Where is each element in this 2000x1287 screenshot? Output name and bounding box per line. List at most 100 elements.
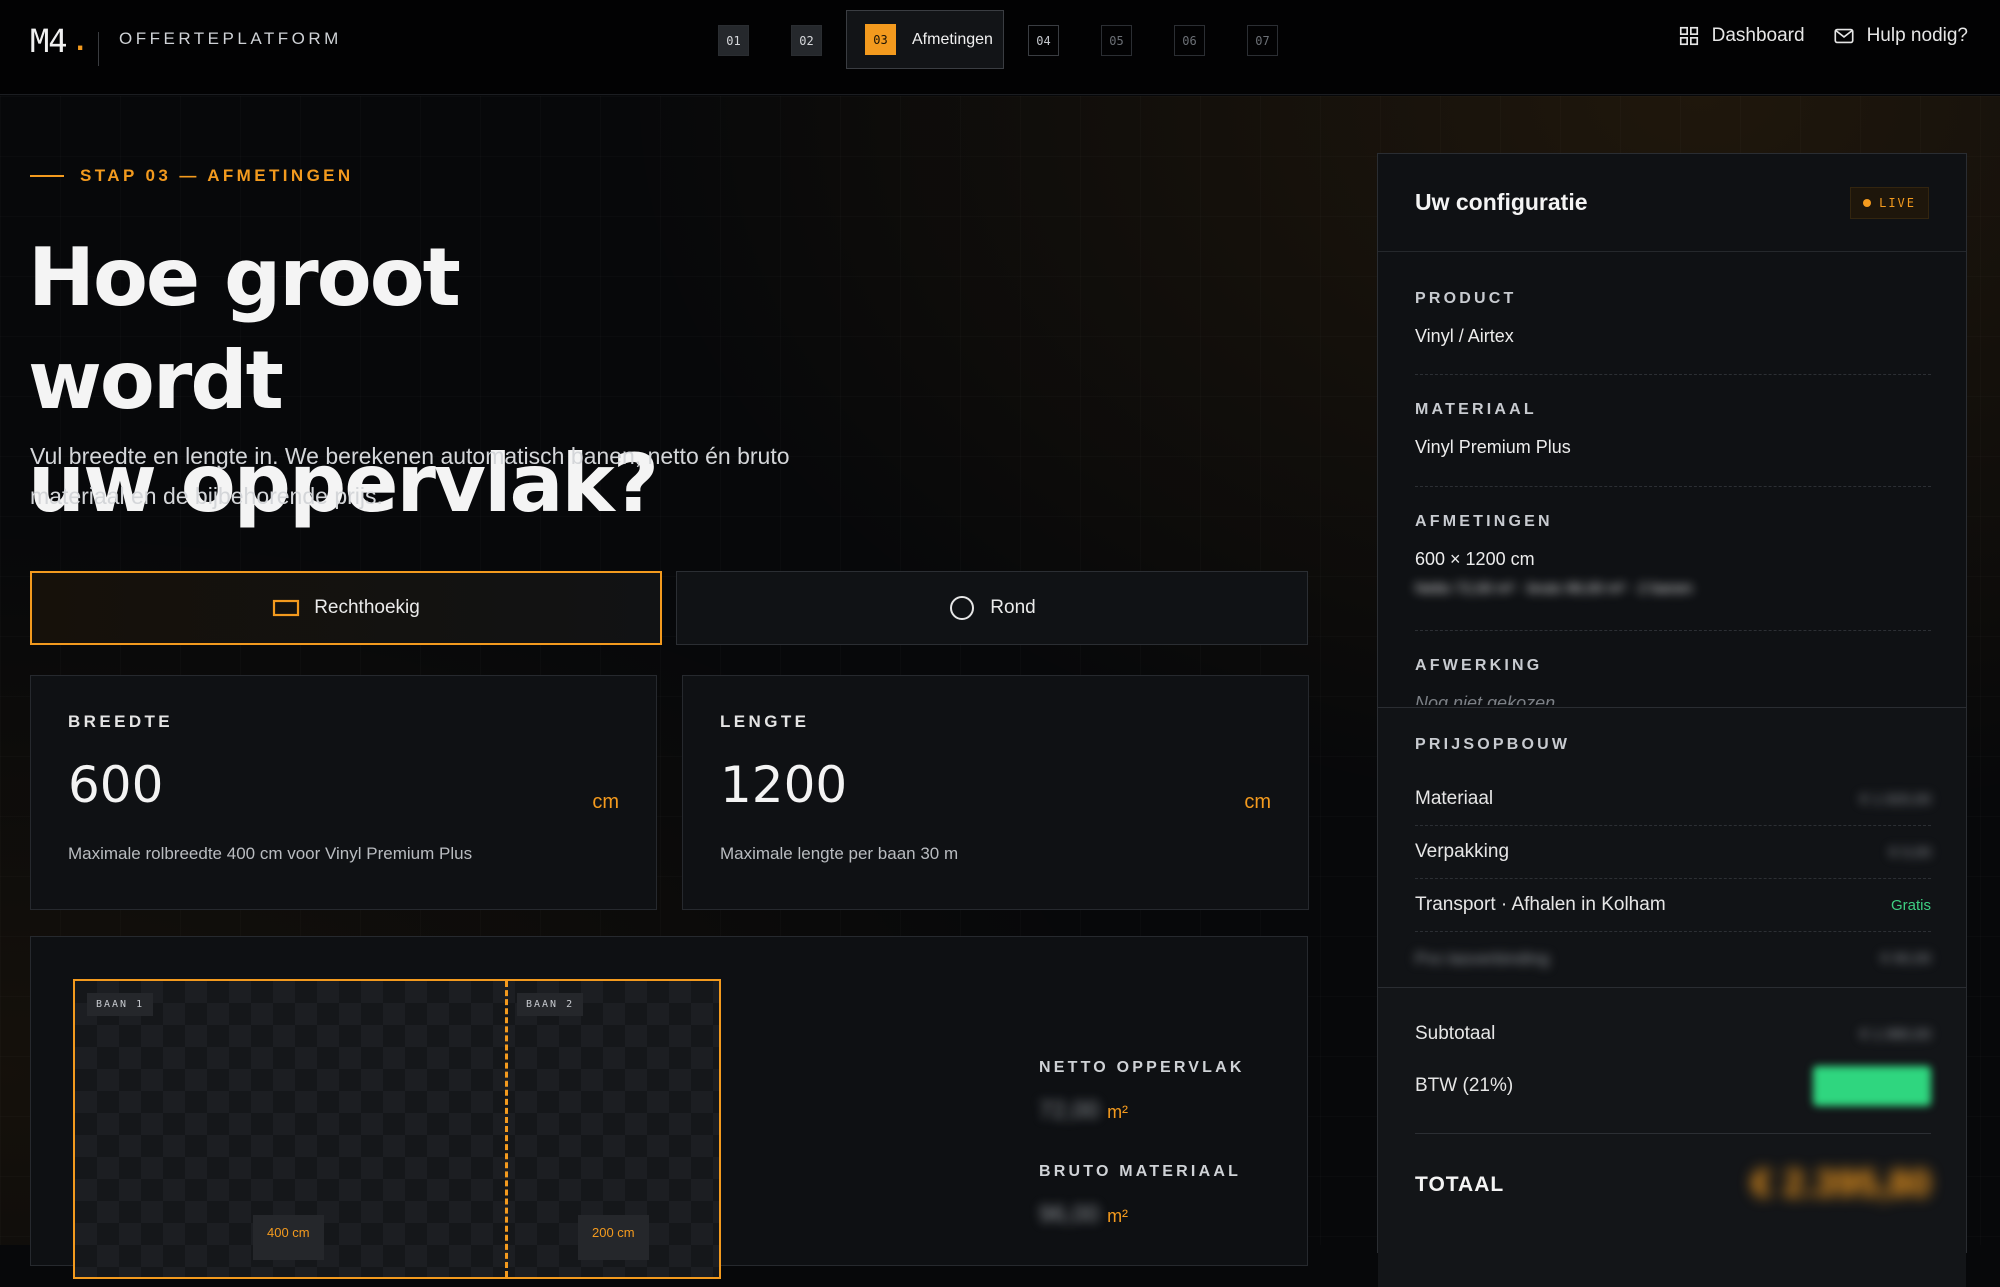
width-help-text: Maximale rolbreedte 400 cm voor Vinyl Pr… bbox=[68, 844, 473, 863]
shape-rectangular-button[interactable]: Rechthoekig bbox=[30, 571, 662, 645]
baan-2-width-tag: 200 cm bbox=[578, 1215, 649, 1260]
baan-1-tag: BAAN 1 bbox=[87, 993, 154, 1016]
help-link[interactable]: Hulp nodig? bbox=[1833, 25, 1968, 47]
shape-round-button[interactable]: Rond bbox=[676, 571, 1308, 645]
shape-rectangular-label: Rechthoekig bbox=[314, 597, 420, 618]
step-07[interactable]: 07 bbox=[1247, 25, 1278, 56]
length-input[interactable]: 1200 bbox=[720, 756, 847, 814]
page-intro: Vul breedte en lengte in. We berekenen a… bbox=[30, 443, 790, 509]
price-transport-value: Gratis bbox=[1890, 896, 1931, 914]
dimensions-label: AFMETINGEN bbox=[1415, 513, 1553, 530]
product-value: Vinyl / Airtex bbox=[1415, 326, 1514, 346]
price-row-transport: Transport · Afhalen in Kolham Gratis bbox=[1415, 879, 1931, 932]
config-dimensions: AFMETINGEN 600 × 1200 cm Netto 72,00 m² … bbox=[1415, 513, 1931, 597]
config-divider bbox=[1415, 486, 1931, 487]
live-badge: LIVE bbox=[1850, 186, 1929, 219]
config-divider bbox=[1415, 630, 1931, 631]
circle-icon bbox=[950, 596, 975, 620]
length-label: LENGTE bbox=[720, 712, 810, 731]
rectangle-icon bbox=[273, 599, 300, 617]
netto-metric: 72,00 m² bbox=[1039, 1097, 1128, 1125]
step-05[interactable]: 05 bbox=[1101, 25, 1132, 56]
product-label: PRODUCT bbox=[1415, 290, 1517, 307]
price-row-packaging: Verpakking € 0,00 bbox=[1415, 826, 1931, 879]
dashboard-link[interactable]: Dashboard bbox=[1678, 25, 1805, 47]
config-divider bbox=[1415, 374, 1931, 375]
roll-split-line bbox=[505, 981, 508, 1277]
page-title-line-1: Hoe groot wordt bbox=[28, 231, 461, 427]
price-totals: Subtotaal € 1.980,00 BTW (21%) TOTAAL € … bbox=[1378, 987, 1966, 1287]
baan-1-width-tag: 400 cm bbox=[253, 1215, 324, 1260]
price-row-extra: Pvc-lasverbinding € 60,00 bbox=[1415, 932, 1931, 985]
totals-divider bbox=[1415, 1133, 1931, 1134]
eyebrow-line bbox=[30, 175, 64, 177]
live-dot-icon bbox=[1863, 198, 1872, 207]
total-label: TOTAAL bbox=[1415, 1172, 1505, 1196]
bruto-unit: m² bbox=[1107, 1206, 1129, 1226]
length-unit: cm bbox=[1244, 791, 1271, 813]
price-packaging-label: Verpakking bbox=[1415, 841, 1510, 862]
step-03-active[interactable]: 03 Afmetingen bbox=[846, 10, 1004, 69]
price-row-material: Materiaal € 1.920,00 bbox=[1415, 773, 1931, 826]
finish-label: AFWERKING bbox=[1415, 657, 1543, 674]
price-extra-label: Pvc-lasverbinding bbox=[1415, 948, 1550, 968]
subtotal-value: € 1.980,00 bbox=[1860, 1025, 1931, 1043]
nav-right: Dashboard Hulp nodig? bbox=[1678, 25, 1968, 47]
price-material-value: € 1.920,00 bbox=[1860, 790, 1931, 808]
dashboard-grid-icon bbox=[1679, 26, 1698, 46]
total-value: € 2.395,80 bbox=[1751, 1163, 1931, 1205]
step-eyebrow: STAP 03 — AFMETINGEN bbox=[30, 166, 354, 186]
roll-diagram: BAAN 1 BAAN 2 400 cm 200 cm bbox=[73, 979, 721, 1279]
roll-layout-preview: BAAN 1 BAAN 2 400 cm 200 cm NETTO OPPERV… bbox=[30, 936, 1308, 1279]
brand-logo-dot: . bbox=[76, 24, 85, 57]
dimensions-value: 600 × 1200 cm bbox=[1415, 549, 1535, 569]
logo-divider bbox=[98, 32, 99, 66]
material-value: Vinyl Premium Plus bbox=[1415, 437, 1571, 457]
dimensions-detail: Netto 72,00 m² · bruto 96,00 m² · 2 bane… bbox=[1415, 580, 1693, 597]
shape-round-label: Rond bbox=[990, 597, 1036, 618]
vat-label: BTW (21%) bbox=[1415, 1075, 1514, 1096]
help-label: Hulp nodig? bbox=[1866, 25, 1968, 46]
pricing-label: PRIJSOPBOUW bbox=[1415, 736, 1571, 753]
dashboard-label: Dashboard bbox=[1711, 25, 1805, 46]
bruto-value: 96,00 bbox=[1039, 1201, 1100, 1228]
netto-value: 72,00 bbox=[1039, 1097, 1100, 1124]
price-packaging-value: € 0,00 bbox=[1889, 843, 1931, 861]
vat-row: BTW (21%) bbox=[1415, 1066, 1931, 1106]
panel-title: Uw configuratie bbox=[1415, 189, 1588, 215]
width-unit: cm bbox=[592, 791, 619, 813]
bruto-label: BRUTO MATERIAAL bbox=[1039, 1163, 1242, 1180]
eyebrow-text: STAP 03 — AFMETINGEN bbox=[80, 166, 354, 185]
step-02[interactable]: 02 bbox=[791, 25, 822, 56]
baan-2-tag: BAAN 2 bbox=[517, 993, 584, 1016]
finish-value: Nog niet gekozen bbox=[1415, 693, 1556, 705]
width-input[interactable]: 600 bbox=[68, 756, 163, 814]
price-breakdown: PRIJSOPBOUW Materiaal € 1.920,00 Verpakk… bbox=[1378, 707, 1966, 987]
price-material-label: Materiaal bbox=[1415, 788, 1494, 809]
step-03-label: Afmetingen bbox=[912, 30, 993, 48]
live-badge-label: LIVE bbox=[1879, 195, 1916, 210]
config-finish: AFWERKING Nog niet gekozen bbox=[1415, 657, 1931, 705]
netto-unit: m² bbox=[1107, 1102, 1129, 1122]
length-help-text: Maximale lengte per baan 30 m bbox=[720, 844, 959, 863]
width-card: BREEDTE 600 cm Maximale rolbreedte 400 c… bbox=[30, 675, 657, 910]
panel-header: Uw configuratie LIVE bbox=[1378, 154, 1966, 252]
vat-value-badge bbox=[1813, 1066, 1931, 1106]
price-transport-label: Transport · Afhalen in Kolham bbox=[1415, 894, 1666, 915]
width-label: BREEDTE bbox=[68, 712, 174, 731]
config-product: PRODUCT Vinyl / Airtex bbox=[1415, 290, 1931, 347]
netto-label: NETTO OPPERVLAK bbox=[1039, 1059, 1245, 1076]
step-01[interactable]: 01 bbox=[718, 25, 749, 56]
bruto-metric: 96,00 m² bbox=[1039, 1201, 1128, 1229]
total-row: TOTAAL € 2.395,80 bbox=[1415, 1163, 1931, 1206]
step-06[interactable]: 06 bbox=[1174, 25, 1205, 56]
material-label: MATERIAAL bbox=[1415, 401, 1537, 418]
config-material: MATERIAAL Vinyl Premium Plus bbox=[1415, 401, 1931, 458]
price-extra-value: € 60,00 bbox=[1880, 950, 1931, 967]
subtotal-label: Subtotaal bbox=[1415, 1023, 1496, 1044]
configuration-panel: Uw configuratie LIVE PRODUCT Vinyl / Air… bbox=[1377, 153, 1967, 1287]
brand-logo[interactable]: M4 bbox=[30, 22, 68, 60]
top-navigation: M4 . OFFERTEPLATFORM 01 02 03 Afmetingen… bbox=[0, 0, 2000, 95]
step-03-number: 03 bbox=[865, 24, 896, 55]
step-04[interactable]: 04 bbox=[1028, 25, 1059, 56]
